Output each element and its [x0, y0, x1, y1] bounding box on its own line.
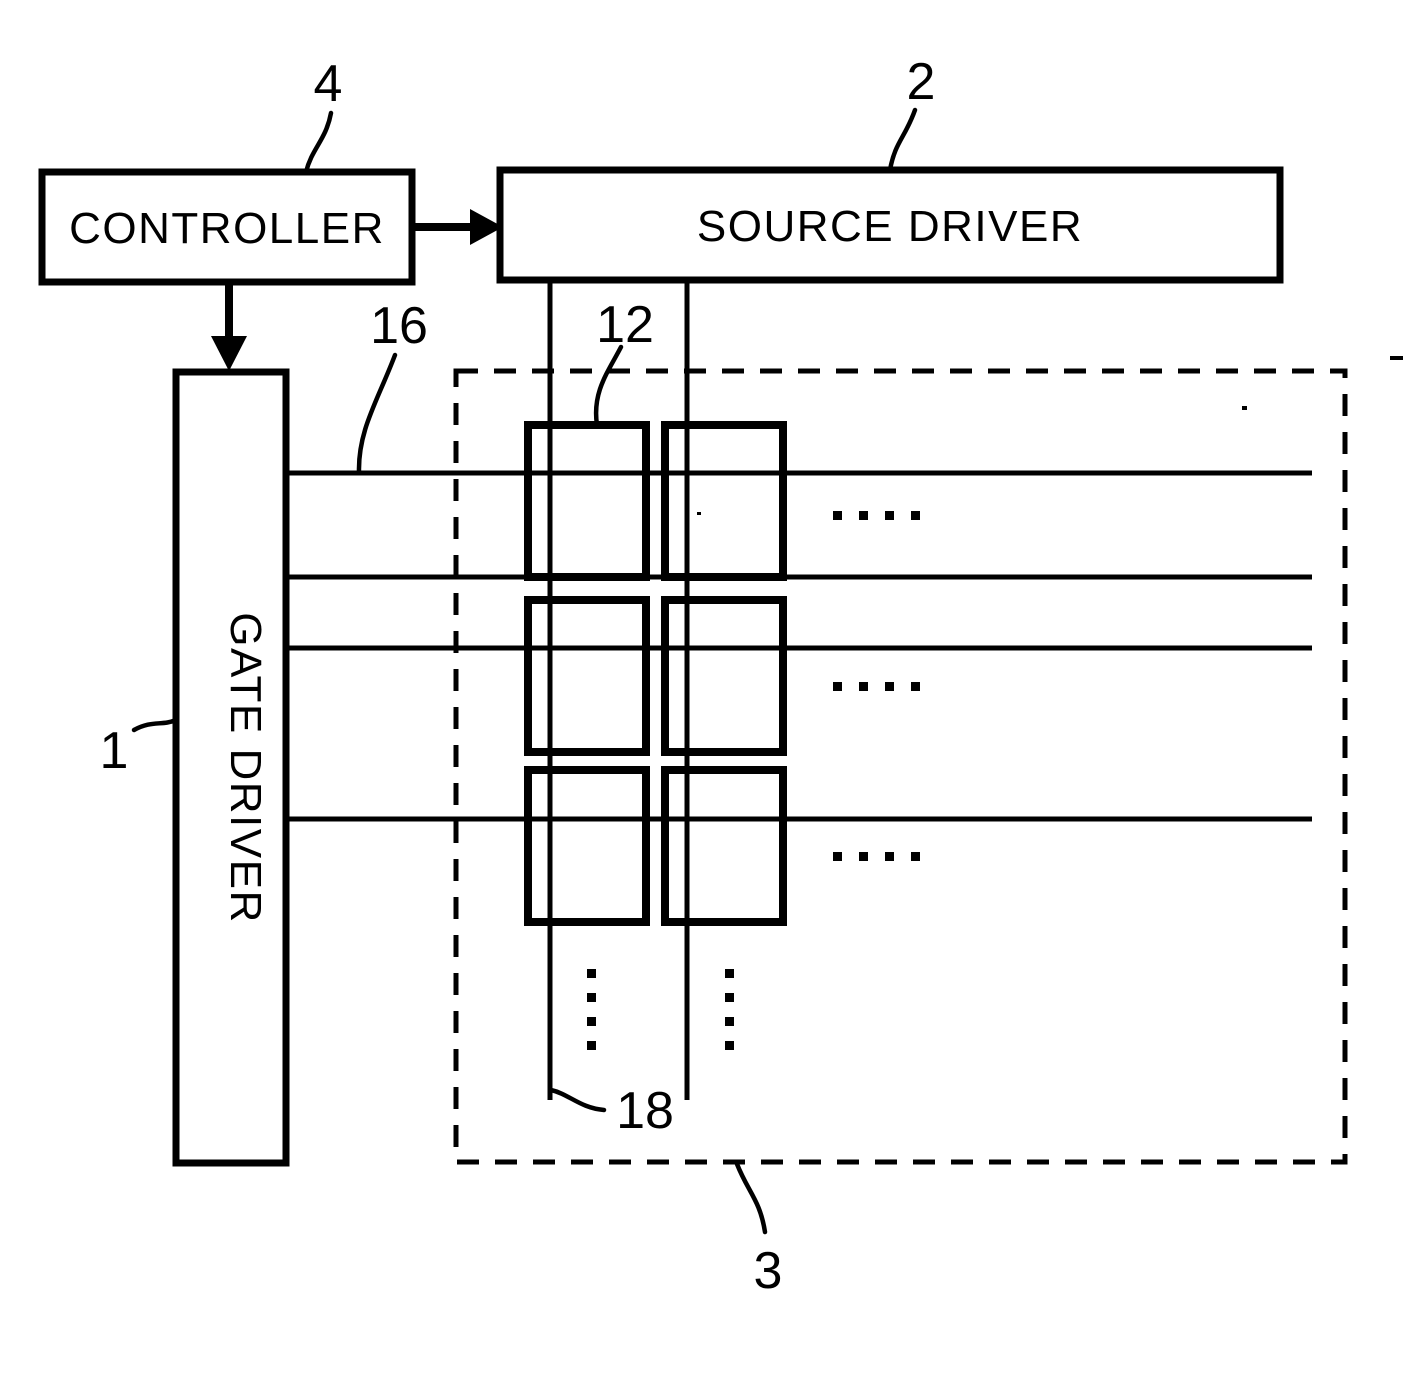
- lead-line-ref-16: [356, 352, 398, 475]
- pixel-cell: [661, 421, 787, 581]
- scan-artifact-dot: [1242, 406, 1247, 410]
- lead-line-ref-12: [593, 344, 624, 428]
- ref-numeral-1: 1: [100, 722, 129, 780]
- controller-to-gate-driver-arrow: [211, 282, 247, 371]
- ref-numeral-18: 18: [616, 1082, 674, 1140]
- scan-artifact-dot: [697, 512, 701, 515]
- patent-figure-canvas: CONTROLLER SOURCE DRIVER GATE DRIVER 4 2…: [38, 53, 1403, 1300]
- source-driver-label: SOURCE DRIVER: [697, 202, 1083, 251]
- gate-driver-label: GATE DRIVER: [221, 612, 270, 924]
- row-ellipsis: [833, 852, 920, 861]
- lead-line-ref-1: [131, 717, 179, 733]
- row-ellipsis-group: [833, 511, 920, 861]
- scan-artifact-mark: [1390, 356, 1403, 360]
- lead-line-ref-3: [734, 1161, 768, 1235]
- row-ellipsis: [833, 682, 920, 691]
- row-ellipsis: [833, 511, 920, 520]
- pixel-cell: [524, 766, 650, 926]
- controller-label: CONTROLLER: [69, 204, 385, 253]
- ref-numeral-3: 3: [754, 1242, 783, 1300]
- pixel-cell-grid: [524, 421, 787, 926]
- lead-line-ref-18: [548, 1087, 607, 1113]
- ref-numeral-16: 16: [370, 297, 428, 355]
- ref-numeral-4: 4: [314, 55, 343, 113]
- ref-numeral-12: 12: [596, 296, 654, 354]
- controller-to-source-driver-arrow: [412, 209, 503, 245]
- column-ellipsis: [587, 969, 596, 1050]
- gate-line-group: [285, 470, 1312, 822]
- lead-line-ref-4: [303, 110, 334, 175]
- column-ellipsis: [725, 969, 734, 1050]
- ref-numeral-2: 2: [907, 53, 936, 111]
- lead-line-ref-2: [887, 107, 918, 173]
- pixel-cell: [661, 766, 787, 926]
- pixel-cell: [524, 596, 650, 756]
- pixel-cell: [661, 596, 787, 756]
- patent-figure-root: CONTROLLER SOURCE DRIVER GATE DRIVER 4 2…: [0, 0, 1414, 1381]
- column-ellipsis-group: [587, 969, 734, 1050]
- pixel-cell: [524, 421, 650, 581]
